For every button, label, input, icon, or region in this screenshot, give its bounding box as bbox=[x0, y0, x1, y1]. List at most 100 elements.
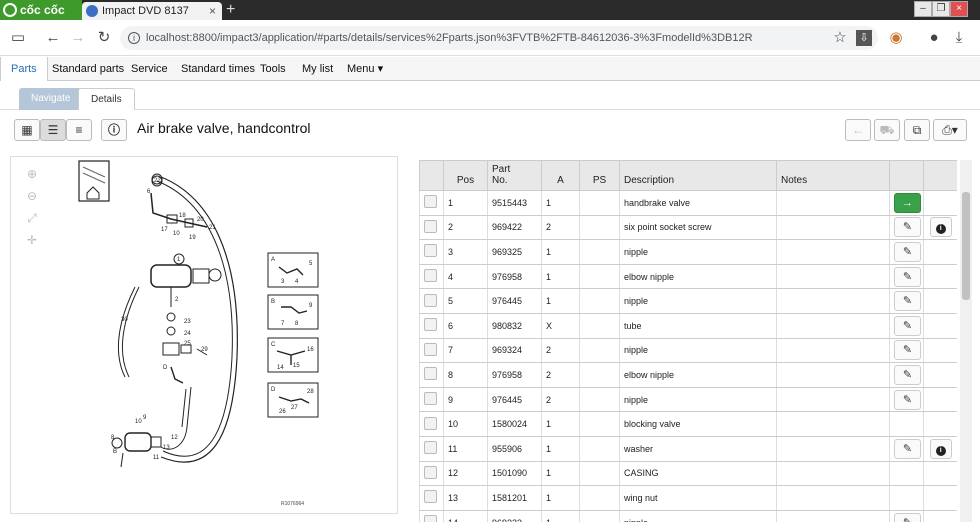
row-checkbox[interactable] bbox=[424, 269, 437, 283]
table-row[interactable]: 2 969422 2 six point socket screw ✎ i bbox=[419, 215, 957, 241]
row-checkbox[interactable] bbox=[424, 195, 437, 209]
back-icon[interactable]: ← bbox=[44, 29, 62, 47]
row-select[interactable] bbox=[419, 387, 444, 413]
url-field[interactable]: i localhost:8800/impact3/application/#pa… bbox=[120, 26, 878, 50]
row-select[interactable] bbox=[419, 411, 444, 437]
table-row[interactable]: 5 976445 1 nipple ✎ bbox=[419, 288, 957, 314]
site-info-icon[interactable]: i bbox=[128, 32, 140, 44]
table-row[interactable]: 4 976958 1 elbow nipple ✎ bbox=[419, 264, 957, 290]
wrench-icon[interactable]: ✎ bbox=[894, 512, 921, 522]
wrench-icon[interactable]: ✎ bbox=[894, 241, 921, 262]
row-select[interactable] bbox=[419, 461, 444, 487]
cell-part-no: 969323 bbox=[487, 510, 542, 522]
reload-icon[interactable]: ↻ bbox=[95, 29, 113, 47]
table-row[interactable]: 3 969325 1 nipple ✎ bbox=[419, 239, 957, 265]
table-scrollbar[interactable] bbox=[960, 160, 972, 522]
table-row[interactable]: 7 969324 2 nipple ✎ bbox=[419, 338, 957, 364]
table-row[interactable]: 1 9515443 1 handbrake valve → bbox=[419, 190, 957, 216]
info-button[interactable]: i bbox=[929, 438, 952, 459]
menu-my-list[interactable]: My list bbox=[302, 57, 333, 81]
row-select[interactable] bbox=[419, 264, 444, 290]
cart-icon[interactable]: ⛟ bbox=[874, 119, 900, 141]
scrollbar-thumb[interactable] bbox=[962, 192, 970, 300]
row-select[interactable] bbox=[419, 190, 444, 216]
table-row[interactable]: 13 1581201 1 wing nut bbox=[419, 485, 957, 511]
row-checkbox[interactable] bbox=[424, 318, 437, 332]
row-checkbox[interactable] bbox=[424, 515, 437, 522]
row-select[interactable] bbox=[419, 362, 444, 388]
wrench-icon[interactable]: ✎ bbox=[894, 389, 921, 410]
row-checkbox[interactable] bbox=[424, 244, 437, 258]
row-checkbox[interactable] bbox=[424, 490, 437, 504]
menu-parts[interactable]: Parts bbox=[0, 57, 48, 81]
row-select[interactable] bbox=[419, 510, 444, 522]
info-icon[interactable]: ⓘ bbox=[101, 119, 127, 141]
list-view-icon[interactable]: ☰ bbox=[40, 119, 66, 141]
row-checkbox[interactable] bbox=[424, 441, 437, 455]
table-row[interactable]: 11 955906 1 washer ✎ i bbox=[419, 436, 957, 462]
row-select[interactable] bbox=[419, 485, 444, 511]
row-checkbox[interactable] bbox=[424, 392, 437, 406]
copy-icon[interactable]: ⧉ bbox=[904, 119, 930, 141]
menu-standard-parts[interactable]: Standard parts bbox=[52, 57, 124, 81]
row-checkbox[interactable] bbox=[424, 465, 437, 479]
window-close-button[interactable]: × bbox=[950, 1, 968, 17]
wrench-icon[interactable]: ✎ bbox=[894, 315, 921, 336]
menu-service[interactable]: Service bbox=[131, 57, 168, 81]
row-checkbox[interactable] bbox=[424, 293, 437, 307]
row-checkbox[interactable] bbox=[424, 219, 437, 233]
table-row[interactable]: 10 1580024 1 blocking valve bbox=[419, 411, 957, 437]
row-checkbox[interactable] bbox=[424, 367, 437, 381]
cell-notes bbox=[776, 485, 890, 511]
table-row[interactable]: 6 980832 Xtube ✎ bbox=[419, 313, 957, 339]
row-select[interactable] bbox=[419, 215, 444, 241]
minimize-button[interactable]: – bbox=[914, 1, 932, 17]
print-dropdown-icon[interactable]: ⎙▾ bbox=[933, 119, 967, 141]
menu-dropdown[interactable]: Menu ▾ bbox=[347, 57, 383, 81]
info-button[interactable]: i bbox=[929, 217, 952, 238]
browser-brand[interactable]: cốc cốc bbox=[0, 0, 82, 20]
bookmark-star-icon[interactable]: ☆ bbox=[831, 29, 849, 47]
wrench-icon[interactable]: ✎ bbox=[894, 217, 921, 238]
cell-action: ✎ bbox=[889, 264, 924, 290]
browser-tab[interactable]: Impact DVD 8137 × bbox=[82, 2, 222, 20]
table-row[interactable]: 8 976958 2 elbow nipple ✎ bbox=[419, 362, 957, 388]
restore-button[interactable]: ❐ bbox=[932, 1, 950, 17]
new-tab-button[interactable]: + bbox=[226, 0, 235, 20]
row-checkbox[interactable] bbox=[424, 416, 437, 430]
grid-view-icon[interactable]: ▦ bbox=[14, 119, 40, 141]
wrench-icon[interactable]: ✎ bbox=[894, 438, 921, 459]
go-to-part-icon[interactable]: → bbox=[894, 192, 921, 213]
close-tab-icon[interactable]: × bbox=[209, 2, 216, 20]
zoom-out-icon[interactable]: ⊖ bbox=[25, 189, 39, 203]
profile-icon[interactable]: ● bbox=[925, 29, 943, 47]
row-select[interactable] bbox=[419, 436, 444, 462]
pan-icon[interactable]: ✛ bbox=[25, 233, 39, 247]
tab-details[interactable]: Details bbox=[78, 88, 135, 110]
row-checkbox[interactable] bbox=[424, 342, 437, 356]
table-row[interactable]: 149693231 nipple ✎ bbox=[419, 510, 957, 522]
zoom-in-icon[interactable]: ⊕ bbox=[25, 167, 39, 181]
table-view-icon[interactable]: ≡ bbox=[66, 119, 92, 141]
extension-icon[interactable]: ◉ bbox=[887, 29, 905, 47]
wrench-icon[interactable]: ✎ bbox=[894, 340, 921, 361]
sidebar-toggle-icon[interactable]: ▭ bbox=[9, 29, 27, 47]
row-select[interactable] bbox=[419, 288, 444, 314]
downloads-icon[interactable]: ⤓ bbox=[950, 29, 968, 47]
tab-navigate[interactable]: Navigate bbox=[19, 88, 83, 110]
menu-tools[interactable]: Tools bbox=[260, 57, 286, 81]
row-select[interactable] bbox=[419, 313, 444, 339]
wrench-icon[interactable]: ✎ bbox=[894, 291, 921, 312]
wrench-icon[interactable]: ✎ bbox=[894, 266, 921, 287]
row-select[interactable] bbox=[419, 338, 444, 364]
forward-icon[interactable]: → bbox=[69, 29, 87, 47]
back-arrow-icon[interactable]: ← bbox=[845, 119, 871, 141]
fit-icon[interactable]: ⤢ bbox=[25, 211, 39, 225]
download-extension-icon[interactable]: ⇩ bbox=[856, 30, 872, 46]
row-select[interactable] bbox=[419, 239, 444, 265]
table-row[interactable]: 9 976445 2 nipple ✎ bbox=[419, 387, 957, 413]
table-row[interactable]: 12 1501090 1 CASING bbox=[419, 461, 957, 487]
menu-standard-times[interactable]: Standard times bbox=[181, 57, 255, 81]
wrench-icon[interactable]: ✎ bbox=[894, 364, 921, 385]
exploded-diagram[interactable]: ⊕ ⊖ ⤢ ✛ 22 6 17 18 20 21 10 19 1 2 23 24… bbox=[10, 156, 398, 514]
